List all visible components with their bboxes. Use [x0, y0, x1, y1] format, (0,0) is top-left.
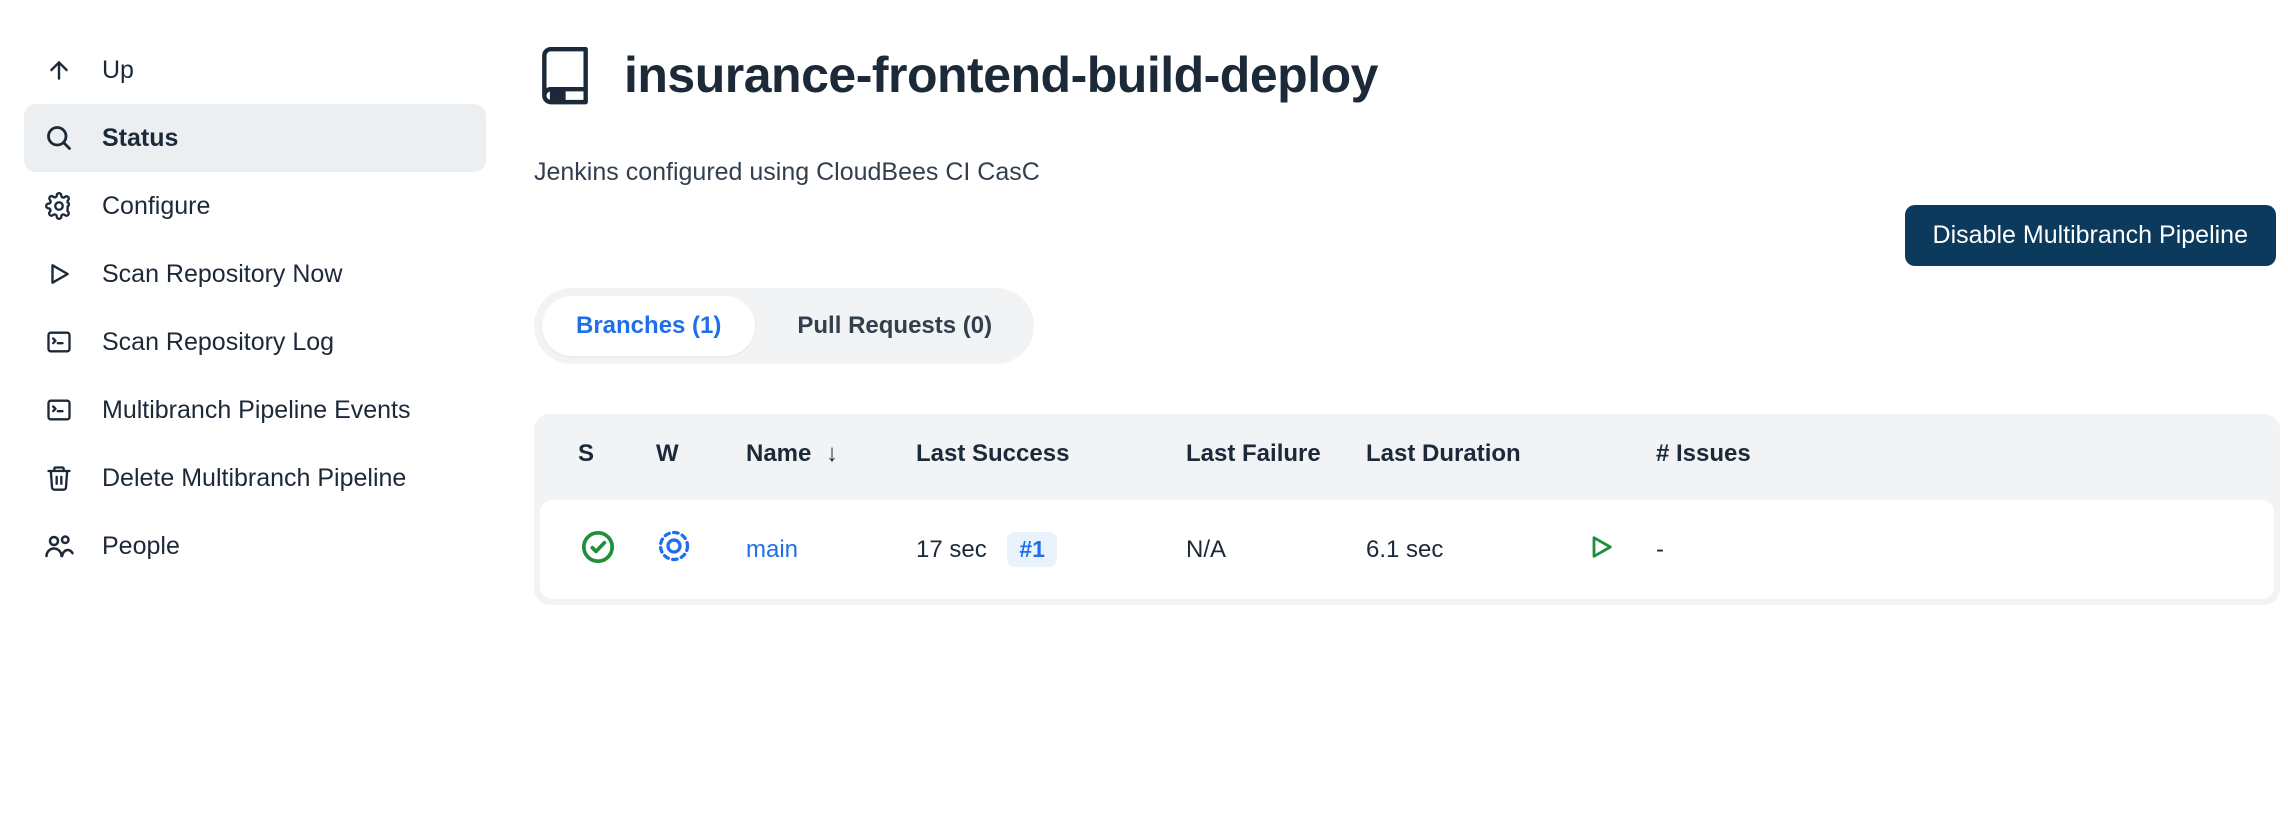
main-content: insurance-frontend-build-deploy Jenkins … — [510, 0, 2288, 832]
page-subtitle: Jenkins configured using CloudBees CI Ca… — [534, 158, 2280, 187]
col-status[interactable]: S — [534, 414, 636, 494]
play-icon — [44, 259, 74, 289]
terminal-icon — [44, 395, 74, 425]
last-duration-text: 6.1 sec — [1346, 494, 1566, 605]
tab-pull-requests[interactable]: Pull Requests (0) — [763, 296, 1026, 356]
table-row: main 17 sec #1 N/A 6.1 sec — [534, 494, 2280, 605]
people-icon — [44, 531, 74, 561]
weather-sunny-icon — [656, 528, 692, 564]
sidebar-item-label: Configure — [102, 192, 210, 221]
tab-branches[interactable]: Branches (1) — [542, 296, 755, 356]
col-last-failure[interactable]: Last Failure — [1166, 414, 1346, 494]
sidebar-item-label: Multibranch Pipeline Events — [102, 396, 411, 425]
gear-icon — [44, 191, 74, 221]
sort-arrow-icon: ↓ — [826, 440, 838, 467]
branch-link-main[interactable]: main — [746, 536, 798, 563]
sidebar-item-delete[interactable]: Delete Multibranch Pipeline — [24, 444, 486, 512]
tab-bar: Branches (1) Pull Requests (0) — [534, 288, 1034, 364]
arrow-up-icon — [44, 55, 74, 85]
search-icon — [44, 123, 74, 153]
sidebar-item-configure[interactable]: Configure — [24, 172, 486, 240]
sidebar-item-events[interactable]: Multibranch Pipeline Events — [24, 376, 486, 444]
trash-icon — [44, 463, 74, 493]
disable-multibranch-button[interactable]: Disable Multibranch Pipeline — [1905, 205, 2276, 266]
build-badge[interactable]: #1 — [1007, 532, 1057, 567]
terminal-icon — [44, 327, 74, 357]
sidebar-item-scan-now[interactable]: Scan Repository Now — [24, 240, 486, 308]
col-issues[interactable]: # Issues — [1636, 414, 2280, 494]
sidebar-item-label: Scan Repository Now — [102, 260, 342, 289]
book-bookmark-icon — [534, 44, 596, 106]
branches-table: S W Name ↓ Last Success Last Failure Las… — [534, 414, 2280, 605]
col-run — [1566, 414, 1636, 494]
last-failure-text: N/A — [1166, 494, 1346, 605]
sidebar-item-up[interactable]: Up — [24, 36, 486, 104]
col-last-success[interactable]: Last Success — [896, 414, 1166, 494]
col-name-label: Name — [746, 440, 811, 467]
sidebar-item-status[interactable]: Status — [24, 104, 486, 172]
status-success-icon — [580, 529, 616, 565]
sidebar-item-people[interactable]: People — [24, 512, 486, 580]
sidebar-item-label: Scan Repository Log — [102, 328, 334, 357]
col-weather[interactable]: W — [636, 414, 726, 494]
sidebar-item-scan-log[interactable]: Scan Repository Log — [24, 308, 486, 376]
sidebar-item-label: Delete Multibranch Pipeline — [102, 464, 406, 493]
sidebar-item-label: Up — [102, 56, 134, 85]
col-last-duration[interactable]: Last Duration — [1346, 414, 1566, 494]
last-success-text: 17 sec — [916, 536, 987, 563]
sidebar-item-label: People — [102, 532, 180, 561]
sidebar: Up Status Configure Scan Repository Now … — [0, 0, 510, 832]
run-build-button[interactable] — [1586, 532, 1616, 562]
col-name[interactable]: Name ↓ — [726, 414, 896, 494]
issues-text: - — [1636, 494, 2280, 605]
page-title-row: insurance-frontend-build-deploy — [534, 44, 2280, 106]
sidebar-item-label: Status — [102, 124, 178, 153]
page-title: insurance-frontend-build-deploy — [624, 46, 1378, 104]
